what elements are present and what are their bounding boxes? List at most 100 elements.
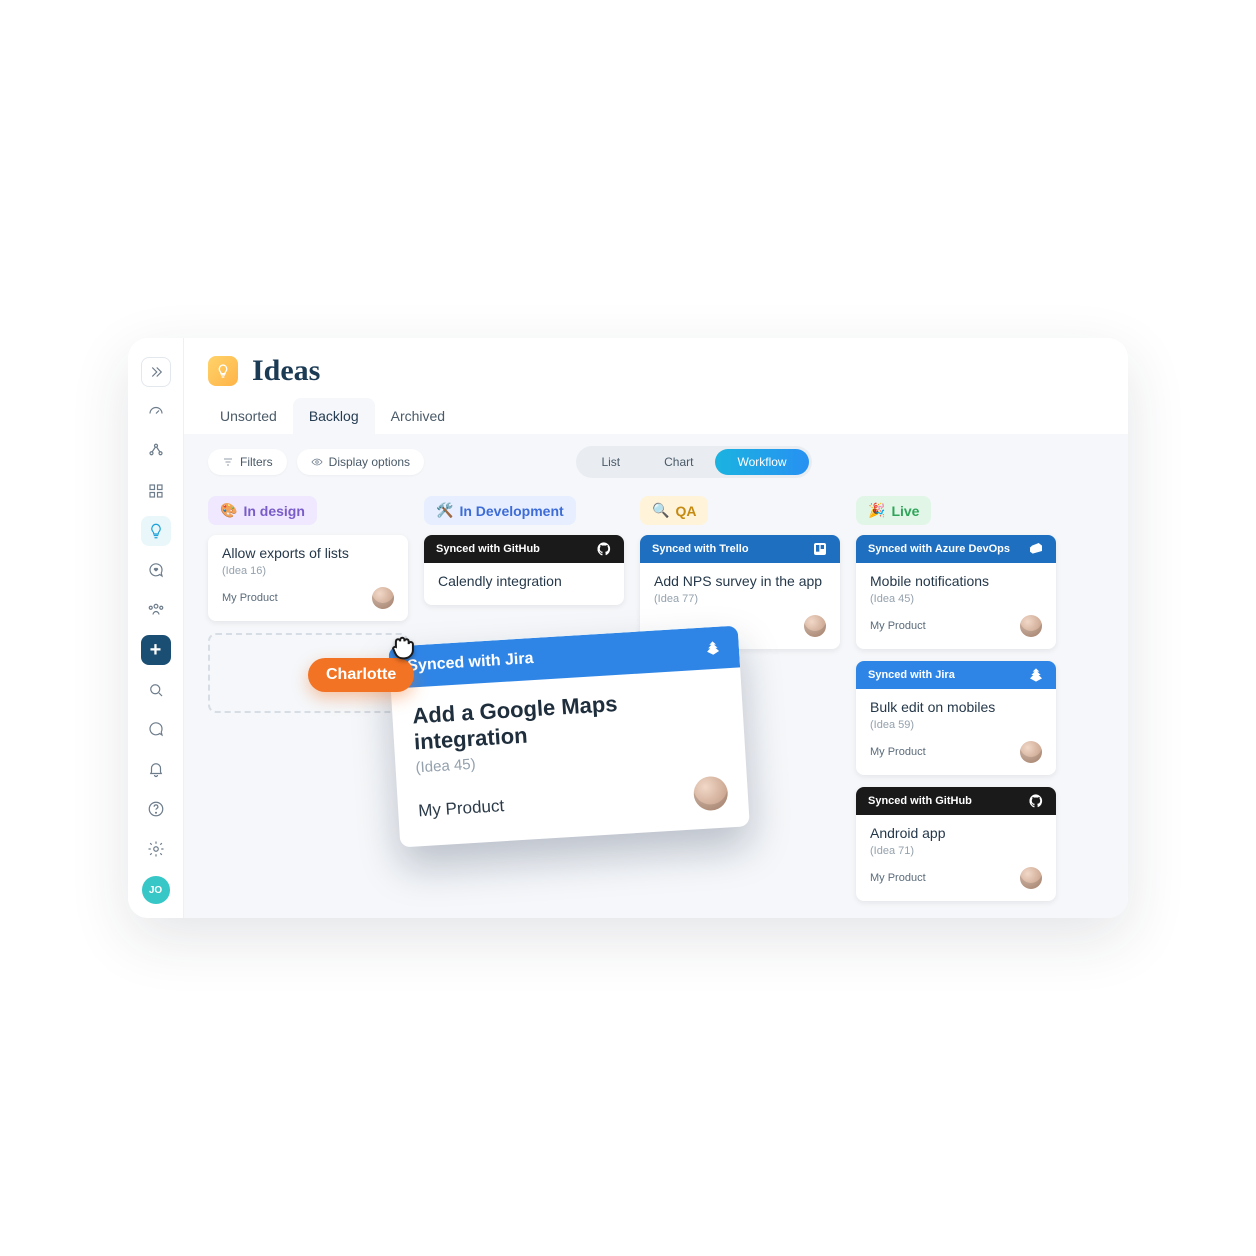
azure-devops-icon — [1028, 541, 1044, 557]
view-switch: List Chart Workflow — [576, 446, 811, 478]
filter-icon — [222, 456, 234, 468]
idea-card[interactable]: Allow exports of lists (Idea 16) My Prod… — [208, 535, 408, 621]
github-icon — [1028, 793, 1044, 809]
people-icon — [147, 601, 165, 619]
column-in-design: 🎨 In design Allow exports of lists (Idea… — [208, 496, 408, 894]
add-button[interactable]: + — [141, 635, 171, 665]
card-product: My Product — [418, 796, 505, 821]
jira-icon — [1028, 667, 1044, 683]
sync-status: Synced with Azure DevOps — [856, 535, 1056, 563]
dragging-card-overlay: Charlotte Synced with Jira Add a Google … — [394, 636, 744, 837]
assignee-avatar — [372, 587, 394, 609]
assignee-avatar — [804, 615, 826, 637]
lightbulb-icon — [147, 522, 165, 540]
sync-status: Synced with GitHub — [424, 535, 624, 563]
idea-card-dragging[interactable]: Synced with Jira Add a Google Maps integ… — [388, 626, 750, 848]
grid-icon — [147, 482, 165, 500]
sidebar-item-roadmap[interactable] — [141, 436, 171, 466]
tab-backlog[interactable]: Backlog — [293, 398, 375, 434]
chevrons-right-icon — [147, 363, 165, 381]
column-header: 🛠️ In Development — [424, 496, 576, 525]
column-header: 🎨 In design — [208, 496, 317, 525]
search-icon — [147, 681, 165, 699]
assignee-avatar — [1020, 867, 1042, 889]
card-title: Mobile notifications — [870, 573, 1042, 589]
card-title: Add NPS survey in the app — [654, 573, 826, 589]
page-title: Ideas — [252, 354, 320, 388]
main-panel: Ideas Unsorted Backlog Archived Filters … — [184, 338, 1128, 918]
tab-archived[interactable]: Archived — [375, 398, 461, 434]
view-list[interactable]: List — [579, 449, 642, 475]
chat-button[interactable] — [141, 714, 171, 744]
help-icon — [147, 800, 165, 818]
sync-status: Synced with Trello — [640, 535, 840, 563]
gauge-icon — [147, 403, 165, 421]
view-workflow[interactable]: Workflow — [715, 449, 808, 475]
tools-icon: 🛠️ — [436, 502, 453, 519]
card-id: (Idea 16) — [222, 565, 394, 577]
current-user-avatar[interactable]: JO — [142, 876, 170, 904]
notifications-button[interactable] — [141, 754, 171, 784]
expand-sidebar-button[interactable] — [141, 357, 171, 387]
display-options-button[interactable]: Display options — [297, 449, 424, 475]
card-id: (Idea 59) — [870, 719, 1042, 731]
trello-icon — [812, 541, 828, 557]
sync-status: Synced with Jira — [856, 661, 1056, 689]
card-id: (Idea 71) — [870, 845, 1042, 857]
sidebar: + JO — [128, 338, 184, 918]
idea-card[interactable]: Synced with GitHub Android app (Idea 71)… — [856, 787, 1056, 901]
idea-card[interactable]: Synced with Jira Bulk edit on mobiles (I… — [856, 661, 1056, 775]
idea-card[interactable]: Synced with GitHub Calendly integration — [424, 535, 624, 605]
column-label: In Development — [459, 503, 563, 519]
help-button[interactable] — [141, 794, 171, 824]
column-label: QA — [675, 503, 696, 519]
card-product: My Product — [222, 592, 278, 604]
assignee-avatar — [693, 775, 729, 811]
sync-status: Synced with GitHub — [856, 787, 1056, 815]
card-title: Bulk edit on mobiles — [870, 699, 1042, 715]
settings-button[interactable] — [141, 834, 171, 864]
sidebar-item-feedback[interactable] — [141, 556, 171, 586]
card-id: (Idea 45) — [870, 593, 1042, 605]
filters-label: Filters — [240, 455, 273, 469]
page-header: Ideas — [184, 338, 1128, 388]
sidebar-item-dashboard[interactable] — [141, 397, 171, 427]
assignee-avatar — [1020, 615, 1042, 637]
palette-icon: 🎨 — [220, 502, 237, 519]
kanban-board: 🎨 In design Allow exports of lists (Idea… — [184, 486, 1128, 918]
card-title: Allow exports of lists — [222, 545, 394, 561]
sidebar-item-grid[interactable] — [141, 476, 171, 506]
assignee-avatar — [1020, 741, 1042, 763]
idea-card[interactable]: Synced with Azure DevOps Mobile notifica… — [856, 535, 1056, 649]
card-product: My Product — [870, 872, 926, 884]
column-label: Live — [891, 503, 919, 519]
card-product: My Product — [870, 620, 926, 632]
filters-button[interactable]: Filters — [208, 449, 287, 475]
display-options-label: Display options — [329, 455, 410, 469]
search-button[interactable] — [141, 675, 171, 705]
column-header: 🔍 QA — [640, 496, 708, 525]
lightbulb-icon — [208, 356, 238, 386]
bell-icon — [147, 760, 165, 778]
party-icon: 🎉 — [868, 502, 885, 519]
card-title: Android app — [870, 825, 1042, 841]
column-live: 🎉 Live Synced with Azure DevOps Mobile n… — [856, 496, 1056, 894]
gear-icon — [147, 840, 165, 858]
heart-chat-icon — [147, 561, 165, 579]
toolbar: Filters Display options List Chart Workf… — [184, 434, 1128, 486]
subnav-tabs: Unsorted Backlog Archived — [184, 388, 1128, 434]
grab-cursor-icon — [386, 630, 420, 664]
column-label: In design — [243, 503, 304, 519]
github-icon — [596, 541, 612, 557]
sidebar-item-ideas[interactable] — [141, 516, 171, 546]
column-header: 🎉 Live — [856, 496, 931, 525]
app-window: + JO Ideas — [128, 338, 1128, 918]
sidebar-item-team[interactable] — [141, 595, 171, 625]
nodes-icon — [147, 442, 165, 460]
magnifier-icon: 🔍 — [652, 502, 669, 519]
tab-unsorted[interactable]: Unsorted — [204, 398, 293, 434]
card-product: My Product — [870, 746, 926, 758]
card-title: Calendly integration — [438, 573, 610, 589]
view-chart[interactable]: Chart — [642, 449, 715, 475]
chat-icon — [147, 720, 165, 738]
